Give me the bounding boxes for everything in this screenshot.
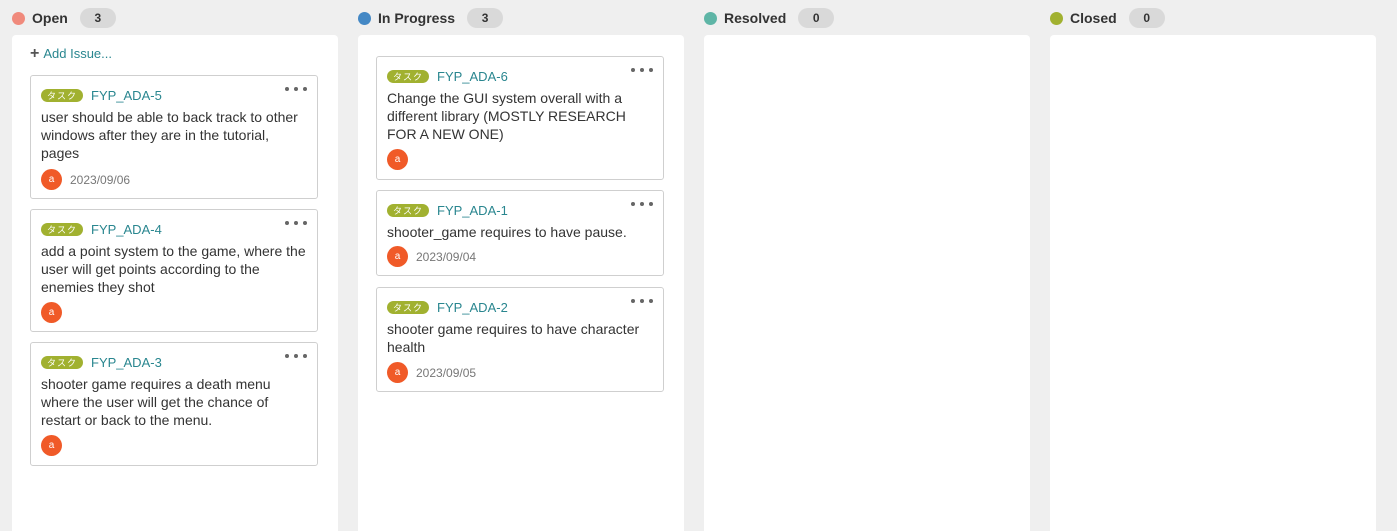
more-horizontal-icon[interactable] bbox=[631, 197, 653, 211]
card-header: タスク FYP_ADA-1 bbox=[387, 203, 508, 218]
add-issue-label: Add Issue... bbox=[43, 46, 112, 61]
status-dot-icon bbox=[358, 11, 371, 25]
issue-type-tag: タスク bbox=[41, 223, 83, 236]
column-title: Closed bbox=[1070, 10, 1117, 26]
issue-type-tag: タスク bbox=[387, 301, 429, 314]
avatar[interactable]: a bbox=[41, 302, 62, 323]
plus-icon: + bbox=[30, 45, 40, 62]
issue-key-link[interactable]: FYP_ADA-3 bbox=[91, 355, 162, 370]
column-body: タスク FYP_ADA-6 Change the GUI system over… bbox=[358, 35, 684, 531]
due-date: 2023/09/05 bbox=[416, 365, 477, 380]
card-header: タスク FYP_ADA-5 bbox=[41, 88, 162, 103]
column-title: In Progress bbox=[378, 10, 456, 26]
more-horizontal-icon[interactable] bbox=[285, 216, 307, 230]
column-in-progress: In Progress 3 タスク FYP_ADA-6 Change the G… bbox=[358, 0, 684, 531]
issue-summary: add a point system to the game, where th… bbox=[41, 243, 306, 295]
column-header: Closed 0 bbox=[1050, 8, 1165, 28]
count-badge: 0 bbox=[798, 8, 835, 28]
issue-summary: shooter game requires to have character … bbox=[387, 321, 640, 355]
column-header: In Progress 3 bbox=[358, 8, 504, 28]
more-horizontal-icon[interactable] bbox=[285, 82, 307, 96]
issue-card[interactable]: タスク FYP_ADA-1 shooter_game requires to h… bbox=[376, 190, 664, 276]
more-horizontal-icon[interactable] bbox=[285, 349, 307, 363]
column-header: Open 3 bbox=[12, 8, 116, 28]
issue-type-tag: タスク bbox=[387, 204, 429, 217]
status-dot-icon bbox=[1050, 11, 1063, 25]
card-footer: a 2023/09/05 bbox=[387, 362, 476, 383]
issue-key-link[interactable]: FYP_ADA-5 bbox=[91, 88, 162, 103]
issue-card[interactable]: タスク FYP_ADA-4 add a point system to the … bbox=[30, 209, 318, 332]
column-body: + Add Issue... タスク FYP_ADA-5 user should… bbox=[12, 35, 338, 531]
card-header: タスク FYP_ADA-3 bbox=[41, 355, 162, 370]
issue-card[interactable]: タスク FYP_ADA-2 shooter game requires to h… bbox=[376, 287, 664, 392]
issue-key-link[interactable]: FYP_ADA-1 bbox=[437, 203, 508, 218]
count-badge: 3 bbox=[467, 8, 504, 28]
issue-key-link[interactable]: FYP_ADA-2 bbox=[437, 300, 508, 315]
issue-summary: shooter_game requires to have pause. bbox=[387, 224, 627, 240]
issue-summary: Change the GUI system overall with a dif… bbox=[387, 90, 626, 142]
card-footer: a bbox=[41, 302, 62, 323]
kanban-board: Open 3 + Add Issue... タスク FYP_ADA-5 user… bbox=[0, 0, 1397, 531]
issue-key-link[interactable]: FYP_ADA-4 bbox=[91, 222, 162, 237]
add-issue-button[interactable]: + Add Issue... bbox=[30, 45, 112, 62]
card-footer: a bbox=[387, 149, 408, 170]
card-header: タスク FYP_ADA-6 bbox=[387, 69, 508, 84]
count-badge: 0 bbox=[1128, 8, 1165, 28]
due-date: 2023/09/06 bbox=[70, 172, 131, 187]
status-dot-icon bbox=[12, 11, 25, 25]
issue-summary: user should be able to back track to oth… bbox=[41, 109, 298, 161]
avatar[interactable]: a bbox=[41, 169, 62, 190]
more-horizontal-icon[interactable] bbox=[631, 294, 653, 308]
card-header: タスク FYP_ADA-2 bbox=[387, 300, 508, 315]
column-body bbox=[1050, 35, 1376, 531]
column-closed: Closed 0 bbox=[1050, 0, 1376, 531]
status-dot-icon bbox=[704, 11, 717, 25]
avatar[interactable]: a bbox=[387, 246, 408, 267]
issue-key-link[interactable]: FYP_ADA-6 bbox=[437, 69, 508, 84]
card-footer: a bbox=[41, 435, 62, 456]
avatar[interactable]: a bbox=[41, 435, 62, 456]
issue-card[interactable]: タスク FYP_ADA-3 shooter game requires a de… bbox=[30, 342, 318, 466]
issue-type-tag: タスク bbox=[41, 356, 83, 369]
due-date: 2023/09/04 bbox=[416, 249, 477, 264]
column-title: Open bbox=[32, 10, 68, 26]
column-body bbox=[704, 35, 1030, 531]
column-title: Resolved bbox=[724, 10, 787, 26]
more-horizontal-icon[interactable] bbox=[631, 63, 653, 77]
card-header: タスク FYP_ADA-4 bbox=[41, 222, 162, 237]
issue-card[interactable]: タスク FYP_ADA-5 user should be able to bac… bbox=[30, 75, 318, 199]
issue-card[interactable]: タスク FYP_ADA-6 Change the GUI system over… bbox=[376, 56, 664, 180]
avatar[interactable]: a bbox=[387, 362, 408, 383]
avatar[interactable]: a bbox=[387, 149, 408, 170]
column-header: Resolved 0 bbox=[704, 8, 835, 28]
issue-type-tag: タスク bbox=[387, 70, 429, 83]
column-open: Open 3 + Add Issue... タスク FYP_ADA-5 user… bbox=[12, 0, 338, 531]
column-resolved: Resolved 0 bbox=[704, 0, 1030, 531]
count-badge: 3 bbox=[79, 8, 116, 28]
card-footer: a 2023/09/06 bbox=[41, 169, 130, 190]
issue-summary: shooter game requires a death menu where… bbox=[41, 376, 271, 428]
card-footer: a 2023/09/04 bbox=[387, 246, 476, 267]
issue-type-tag: タスク bbox=[41, 89, 83, 102]
